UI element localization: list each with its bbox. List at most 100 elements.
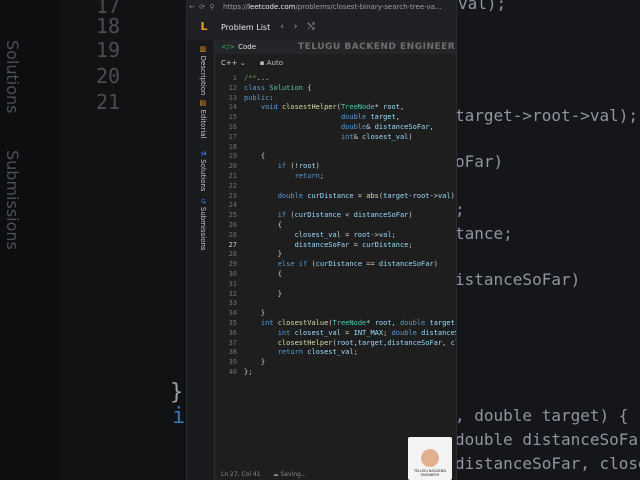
line-number: 39: [228, 358, 237, 367]
tab-editorial[interactable]: ▥Editorial: [199, 100, 207, 139]
line-number: 12: [228, 83, 237, 92]
code-line[interactable]: };: [244, 368, 252, 376]
code-tab-header: </> Code TELUGU BACKEND ENGINEER: [215, 40, 456, 54]
url-text[interactable]: https://leetcode.com/problems/closest-bi…: [223, 3, 442, 11]
bg-code-fragment: tance;: [455, 224, 513, 243]
line-number: 36: [228, 328, 237, 337]
code-line[interactable]: int closest_val = INT_MAX; double distan…: [244, 329, 456, 337]
code-line[interactable]: if (curDistance < distanceSoFar): [244, 211, 413, 219]
description-icon: ▤: [199, 46, 207, 53]
bg-code-fragment: oFar): [455, 152, 504, 171]
code-line[interactable]: closest_val = root->val;: [244, 231, 396, 239]
line-number: 21: [228, 172, 237, 180]
editorial-icon: ▥: [199, 100, 207, 107]
browser-address-bar[interactable]: ← ⟳ ⚲ https://leetcode.com/problems/clos…: [187, 0, 456, 14]
line-number: 14: [228, 103, 237, 112]
code-line[interactable]: }: [244, 309, 265, 317]
code-line[interactable]: {: [244, 152, 265, 160]
top-navigation: L Problem List ‹ › ⤭: [187, 14, 456, 40]
bg-code-fragment: target->root->val);: [455, 106, 639, 125]
bg-code-fragment: , double target) {: [455, 406, 629, 425]
chevron-down-icon: ⌄: [239, 59, 246, 67]
code-tab-label[interactable]: Code: [238, 43, 256, 51]
code-line[interactable]: double target,: [244, 113, 400, 121]
code-line[interactable]: class Solution {: [244, 84, 311, 92]
code-line[interactable]: /**...: [244, 74, 269, 82]
code-icon: </>: [221, 43, 236, 51]
back-icon[interactable]: ←: [187, 3, 197, 11]
leetcode-window: ← ⟳ ⚲ https://leetcode.com/problems/clos…: [186, 0, 457, 480]
code-editor[interactable]: 1 /**... 12 class Solution { 13 public: 14 voi…: [215, 74, 456, 466]
line-number: 40: [228, 368, 237, 376]
line-number: 23: [228, 191, 237, 200]
bg-code-fragment: istanceSoFar): [455, 270, 581, 289]
next-problem-icon[interactable]: ›: [294, 22, 298, 32]
code-line[interactable]: return closest_val;: [244, 348, 358, 356]
bg-if: i: [172, 404, 186, 429]
tab-solutions[interactable]: ⚗Solutions: [199, 150, 207, 191]
channel-watermark: TELUGU BACKEND ENGINEER: [298, 42, 456, 52]
line-number: 19: [228, 152, 237, 161]
bg-code-fragment: double distanceSoFar: [455, 430, 640, 449]
line-number: 15: [228, 113, 237, 122]
line-number: 27: [228, 240, 237, 249]
line-number: 30: [228, 270, 237, 278]
bg-line-number: 18: [96, 14, 121, 38]
code-line[interactable]: int closestValue(TreeNode* root, double …: [244, 319, 456, 327]
code-line[interactable]: distanceSoFar = curDistance;: [244, 241, 413, 249]
auto-mode-toggle[interactable]: ▪ Auto: [260, 59, 283, 67]
code-line[interactable]: {: [244, 221, 282, 229]
shuffle-icon[interactable]: ⤭: [307, 22, 314, 32]
reload-icon[interactable]: ⟳: [197, 3, 207, 11]
avatar-icon: [421, 449, 439, 467]
line-number: 16: [228, 123, 237, 131]
bg-code-fragment: val);: [458, 0, 507, 13]
line-number: 20: [228, 162, 237, 171]
code-line[interactable]: }: [244, 250, 282, 258]
line-number: 37: [228, 338, 237, 347]
language-select[interactable]: C++ ⌄: [221, 59, 246, 67]
line-number: 25: [228, 211, 237, 220]
code-line[interactable]: double curDistance = abs(target-root->va…: [244, 192, 456, 200]
line-number: 38: [228, 348, 237, 357]
line-number: 34: [228, 309, 237, 318]
line-number: 18: [228, 142, 237, 151]
code-panel: </> Code TELUGU BACKEND ENGINEER C++ ⌄ ▪…: [214, 40, 456, 480]
code-line[interactable]: {: [244, 270, 282, 278]
code-line[interactable]: }: [244, 358, 265, 366]
cursor-position: Ln 27, Col 41: [221, 470, 261, 478]
code-line[interactable]: if (!root): [244, 162, 320, 170]
code-line[interactable]: return;: [244, 172, 325, 180]
leetcode-logo-icon[interactable]: L: [197, 20, 211, 34]
cloud-icon: ☁: [272, 470, 279, 478]
code-line[interactable]: else if (curDistance == distanceSoFar): [244, 260, 438, 268]
code-line[interactable]: double& distanceSoFar,: [244, 123, 434, 131]
solutions-icon: ⚗: [199, 150, 207, 157]
code-line[interactable]: void closestHelper(TreeNode* root,: [244, 103, 404, 111]
line-number: 1: [232, 74, 237, 82]
bg-brace: }: [170, 380, 184, 405]
line-number: 24: [228, 201, 237, 210]
editor-toolbar: C++ ⌄ ▪ Auto: [215, 56, 456, 70]
tab-submissions[interactable]: ↺Submissions: [199, 198, 207, 251]
code-line[interactable]: closestHelper(root,target,distanceSoFar,…: [244, 339, 456, 347]
submissions-icon: ↺: [199, 198, 207, 204]
line-number: 28: [228, 250, 237, 259]
line-number: 32: [228, 289, 237, 298]
line-number: 13: [228, 93, 237, 102]
line-number: 26: [228, 230, 237, 239]
tab-description[interactable]: ▤Description: [199, 46, 207, 96]
prev-problem-icon[interactable]: ‹: [280, 22, 284, 32]
line-number: 17: [228, 132, 237, 141]
bg-submissions-tab: Submissions: [3, 150, 22, 250]
code-line[interactable]: int& closest_val): [244, 133, 413, 141]
bg-solutions-tab: Solutions: [3, 40, 22, 114]
problem-list-link[interactable]: Problem List: [221, 23, 270, 32]
channel-logo-badge: TELUGU BACKEND ENGINEER: [408, 437, 452, 480]
bg-line-number: 20: [96, 64, 121, 88]
code-line[interactable]: public:: [244, 94, 274, 102]
site-info-icon[interactable]: ⚲: [207, 3, 217, 11]
code-line[interactable]: }: [244, 290, 282, 298]
badge-text: TELUGU BACKEND ENGINEER: [413, 469, 447, 477]
line-number: 31: [228, 279, 237, 288]
